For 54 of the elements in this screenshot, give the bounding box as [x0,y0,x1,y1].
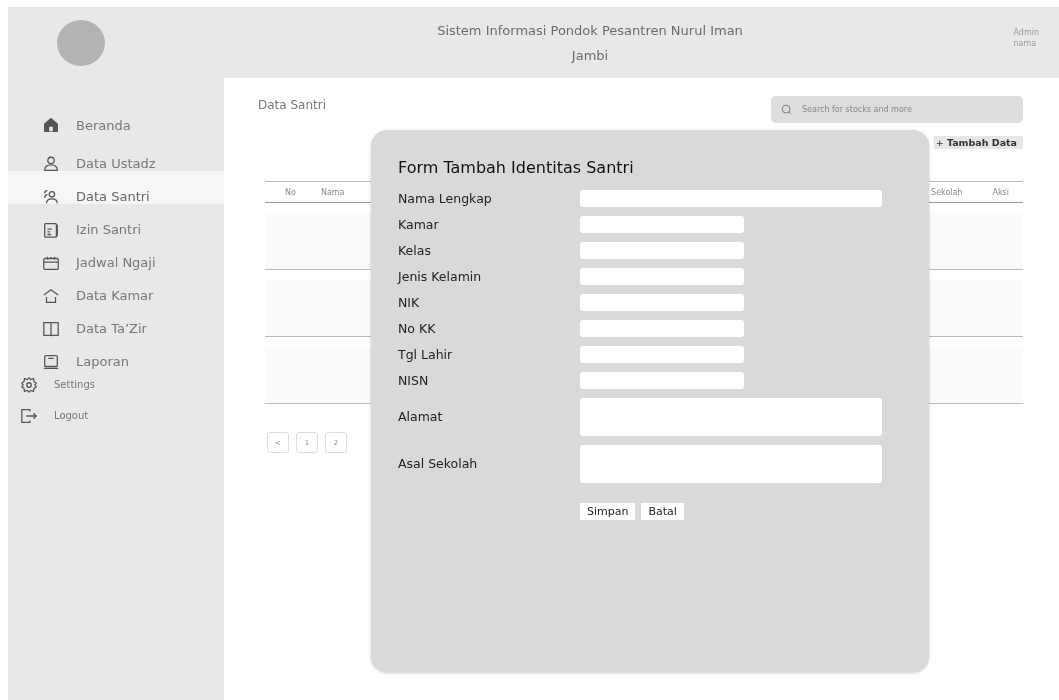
input-field[interactable] [580,345,744,363]
dialog-title: Form Tambah Identitas Santri [398,158,635,177]
search-field[interactable]: Search for stocks and more [771,96,1023,123]
app-title: Sistem Informasi Pondok Pesantren Nurul Iman Jambi [436,21,744,65]
avatar-placeholder [57,19,105,66]
house-icon [42,116,60,134]
input-field[interactable] [580,319,744,337]
sidebar-item[interactable]: Izin Santri [8,204,224,237]
sidebar-item[interactable]: Laporan [8,336,224,369]
user-name: nama [1013,38,1038,49]
column-header: Nama [320,187,345,197]
field-label: Nama Lengkap [398,190,493,206]
document-icon [42,220,60,239]
field-label: NISN [398,372,430,388]
save-button[interactable]: Simpan [580,503,636,520]
input-field[interactable] [580,444,882,483]
add-data-button[interactable]: + Tambah Data [933,136,1023,149]
sidebar-item[interactable]: Data Santri [8,171,224,204]
sidebar-item[interactable]: Data Ustadz [8,138,224,171]
page-title: Data Santri [258,98,326,112]
logout-icon [20,406,38,425]
book-icon [42,319,60,338]
field-label: No KK [398,320,437,336]
cancel-button[interactable]: Batal [641,503,684,520]
sidebar-item[interactable]: Settings [8,369,224,400]
home-icon [42,286,60,305]
input-field[interactable] [580,189,882,207]
sidebar-item[interactable]: Jadwal Ngaji [8,237,224,270]
input-field[interactable] [580,267,744,285]
settings-icon [20,375,38,394]
user-role: Admin [1013,27,1039,38]
column-header: No [285,187,296,197]
field-label: NIK [398,294,421,310]
column-header: Aksi [992,187,1009,197]
sidebar-item[interactable]: Data Kamar [8,270,224,303]
field-label: Kelas [398,242,432,258]
field-label: Asal Sekolah [398,456,479,471]
input-field[interactable] [580,397,882,436]
field-label: Jenis Kelamin [398,268,483,284]
field-label: Tgl Lahir [398,346,454,362]
field-label: Alamat [398,409,444,424]
sidebar-item[interactable]: Logout [8,400,224,431]
input-field[interactable] [580,215,744,233]
field-label: Kamar [398,216,440,232]
column-header: Sekolah [931,187,963,197]
search-icon [781,104,792,115]
input-field[interactable] [580,241,744,259]
sidebar-item[interactable]: Beranda [8,96,224,136]
laptop-icon [42,352,60,371]
input-field[interactable] [580,371,744,389]
users-icon [42,187,60,206]
sidebar-item[interactable]: Data Ta’Zir [8,303,224,336]
input-field[interactable] [580,293,744,311]
user-icon [42,154,60,173]
